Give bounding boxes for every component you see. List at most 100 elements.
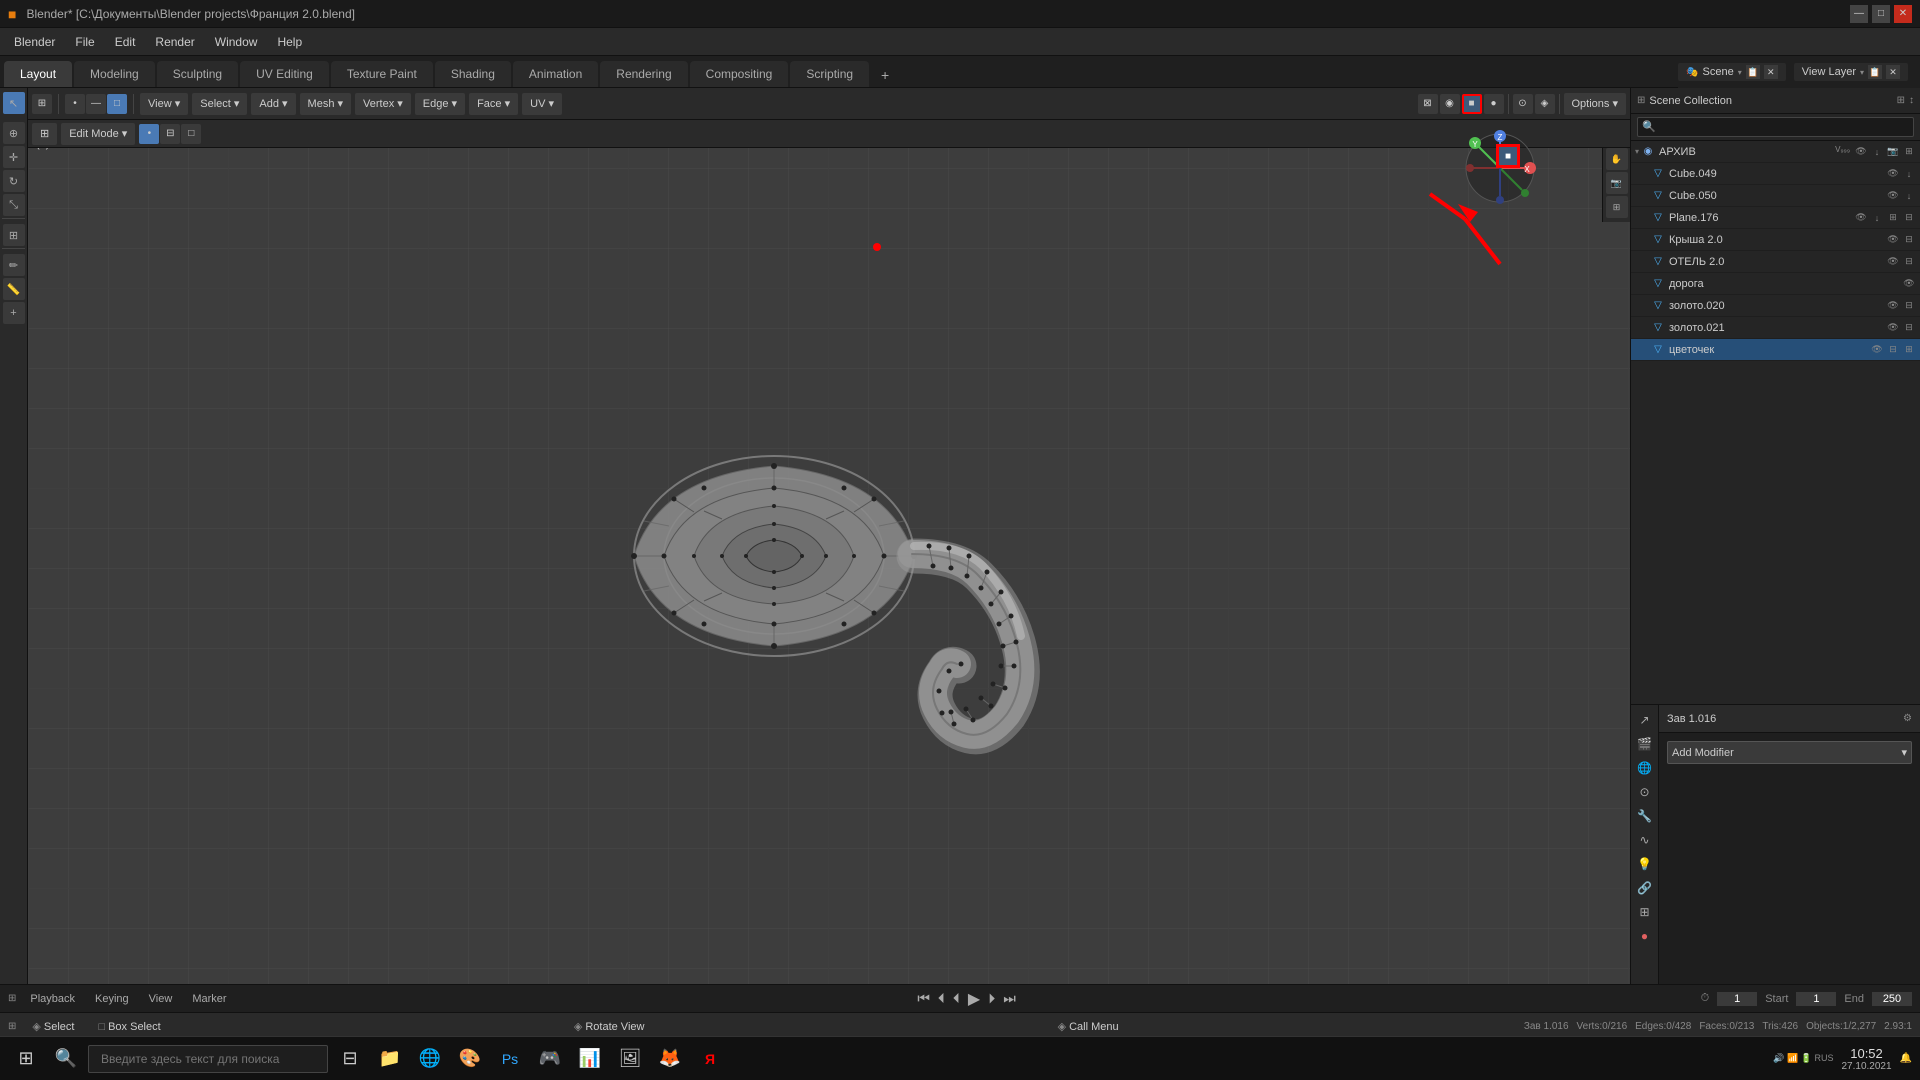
browser-button[interactable]: 🌐	[412, 1041, 448, 1077]
outliner-filter-button[interactable]: ⊞	[1897, 95, 1905, 106]
visibility-btn[interactable]: 👁	[1854, 211, 1868, 225]
tab-texture-paint[interactable]: Texture Paint	[331, 61, 433, 87]
extra2-btn[interactable]: ⊞	[1902, 343, 1916, 357]
notification-button[interactable]: 🔔	[1900, 1053, 1912, 1064]
extra2-btn[interactable]: ⊟	[1902, 211, 1916, 225]
editor-icon-button[interactable]: ⊞	[32, 123, 57, 145]
menu-blender[interactable]: Blender	[4, 28, 65, 56]
face-mode-btn[interactable]: □	[181, 124, 201, 144]
menu-window[interactable]: Window	[205, 28, 268, 56]
play-reverse-button[interactable]: ⏴	[953, 990, 960, 1007]
add-modifier-button[interactable]: Add Modifier ▾	[1667, 741, 1912, 764]
call-menu-shortcut[interactable]: ◈ Call Menu	[1050, 1018, 1127, 1035]
add-workspace-button[interactable]: +	[871, 63, 899, 87]
hide-btn[interactable]: ↓	[1902, 189, 1916, 203]
jump-end-button[interactable]: ⏭	[1003, 990, 1016, 1007]
yandex-icon[interactable]: Я	[692, 1041, 728, 1077]
extra-btn[interactable]: ⊟	[1902, 255, 1916, 269]
select-menu-button[interactable]: Select ▾	[192, 93, 247, 115]
tab-shading[interactable]: Shading	[435, 61, 511, 87]
face-menu-button[interactable]: Face ▾	[469, 93, 518, 115]
measure-tool-button[interactable]: 📏	[3, 278, 25, 300]
menu-edit[interactable]: Edit	[105, 28, 146, 56]
jump-start-button[interactable]: ⏮	[917, 990, 930, 1007]
files-button[interactable]: 📁	[372, 1041, 408, 1077]
move-tool-button[interactable]: ✛	[3, 146, 25, 168]
outliner-item-doroga[interactable]: ▽ дорога 👁	[1631, 273, 1920, 295]
edge-menu-button[interactable]: Edge ▾	[415, 93, 465, 115]
annotate-tool-button[interactable]: ✏	[3, 254, 25, 276]
outliner-search-input[interactable]	[1637, 117, 1914, 137]
options-button[interactable]: Options ▾	[1564, 93, 1627, 115]
close-button[interactable]: ✕	[1894, 5, 1912, 23]
editor-type-button[interactable]: ⊞	[32, 94, 52, 114]
material-icon[interactable]: ●	[1634, 925, 1656, 947]
viewport[interactable]: ⊞ • — □ View ▾ Select ▾ Add ▾ Mesh ▾ Ver…	[28, 88, 1630, 984]
timeline-editor-icon[interactable]: ⊞	[8, 993, 16, 1004]
mesh-menu-button[interactable]: Mesh ▾	[300, 93, 351, 115]
search-button[interactable]: 🔍	[48, 1041, 84, 1077]
view-menu-button[interactable]: View ▾	[140, 93, 188, 115]
outliner-item-zoloto020[interactable]: ▽ золото.020 👁 ⊟	[1631, 295, 1920, 317]
tab-sculpting[interactable]: Sculpting	[157, 61, 238, 87]
maximize-button[interactable]: □	[1872, 5, 1890, 23]
visibility-btn[interactable]: 👁	[1886, 255, 1900, 269]
viewport-shading-material[interactable]: ■	[1462, 94, 1482, 114]
visibility-btn[interactable]: 👁	[1870, 343, 1884, 357]
nav-gizmo[interactable]: X Y Z	[1460, 128, 1540, 211]
outliner-item-arhiv[interactable]: ▾ ◉ АРХИВ V₉₉₉ 👁 ↓ 📷 ⊞	[1631, 141, 1920, 163]
mode-selector[interactable]: Edit Mode ▾	[61, 123, 135, 145]
tab-modeling[interactable]: Modeling	[74, 61, 155, 87]
visibility-btn[interactable]: 👁	[1886, 321, 1900, 335]
game-icon[interactable]: 🎮	[532, 1041, 568, 1077]
playback-menu[interactable]: Playback	[24, 991, 81, 1007]
menu-render[interactable]: Render	[145, 28, 204, 56]
visibility-btn[interactable]: 👁	[1886, 189, 1900, 203]
taskbar-search-input[interactable]	[88, 1045, 328, 1073]
hide-btn[interactable]: ↓	[1870, 145, 1884, 159]
viewport-shading-solid[interactable]: ◉	[1440, 94, 1460, 114]
props-settings-button[interactable]: ⚙	[1903, 713, 1912, 724]
extra-btn[interactable]: ⊟	[1902, 233, 1916, 247]
keying-menu[interactable]: Keying	[89, 991, 135, 1007]
visibility-btn[interactable]: 👁	[1886, 167, 1900, 181]
outliner-item-krysha[interactable]: ▽ Крыша 2.0 👁 ⊟	[1631, 229, 1920, 251]
extra-btn[interactable]: ⊟	[1886, 343, 1900, 357]
viewport-shading-rendered[interactable]: ●	[1484, 94, 1504, 114]
camera-button[interactable]: 📷	[1606, 172, 1628, 194]
scene-properties-icon[interactable]: 🎬	[1634, 733, 1656, 755]
menu-help[interactable]: Help	[267, 28, 312, 56]
vertex-select-button[interactable]: •	[65, 94, 85, 114]
outliner-item-zoloto021[interactable]: ▽ золото.021 👁 ⊟	[1631, 317, 1920, 339]
tab-scripting[interactable]: Scripting	[790, 61, 869, 87]
view-menu[interactable]: View	[143, 991, 179, 1007]
outliner-item-plane176[interactable]: ▽ Plane.176 👁 ↓ ⊞ ⊟	[1631, 207, 1920, 229]
tab-uv-editing[interactable]: UV Editing	[240, 61, 329, 87]
current-frame-input[interactable]	[1717, 992, 1757, 1006]
outliner-sync-button[interactable]: ↕	[1909, 95, 1914, 106]
modifier-properties-icon[interactable]: 🔧	[1634, 805, 1656, 827]
add-tool-button[interactable]: +	[3, 302, 25, 324]
extra-btn[interactable]: ⊞	[1886, 211, 1900, 225]
render-button[interactable]: ⊞	[1606, 196, 1628, 218]
overlay-toggle[interactable]: ⊙	[1513, 94, 1533, 114]
windows-start-button[interactable]: ⊞	[8, 1041, 44, 1077]
next-frame-button[interactable]: ⏵	[988, 990, 995, 1007]
outliner-item-cube049[interactable]: ▽ Cube.049 👁 ↓	[1631, 163, 1920, 185]
viewport-shading-wire[interactable]: ⊠	[1418, 94, 1438, 114]
select-shortcut[interactable]: ◈ Select	[24, 1018, 82, 1035]
ps-icon[interactable]: Ps	[492, 1041, 528, 1077]
extra-btn[interactable]: ⊟	[1902, 299, 1916, 313]
marker-menu[interactable]: Marker	[186, 991, 232, 1007]
blender-taskbar-icon[interactable]: 🎨	[452, 1041, 488, 1077]
rotate-view-shortcut[interactable]: ◈ Rotate View	[566, 1018, 653, 1035]
transform-tool-button[interactable]: ⊞	[3, 224, 25, 246]
end-frame-input[interactable]	[1872, 992, 1912, 1006]
edge-select-button[interactable]: —	[86, 94, 106, 114]
hide-btn[interactable]: ↓	[1870, 211, 1884, 225]
cursor-tool-button[interactable]: ⊕	[3, 122, 25, 144]
data-icon[interactable]: ⊞	[1634, 901, 1656, 923]
outliner-item-cube050[interactable]: ▽ Cube.050 👁 ↓	[1631, 185, 1920, 207]
tab-compositing[interactable]: Compositing	[690, 61, 789, 87]
select-tool-button[interactable]: ↖	[3, 92, 25, 114]
